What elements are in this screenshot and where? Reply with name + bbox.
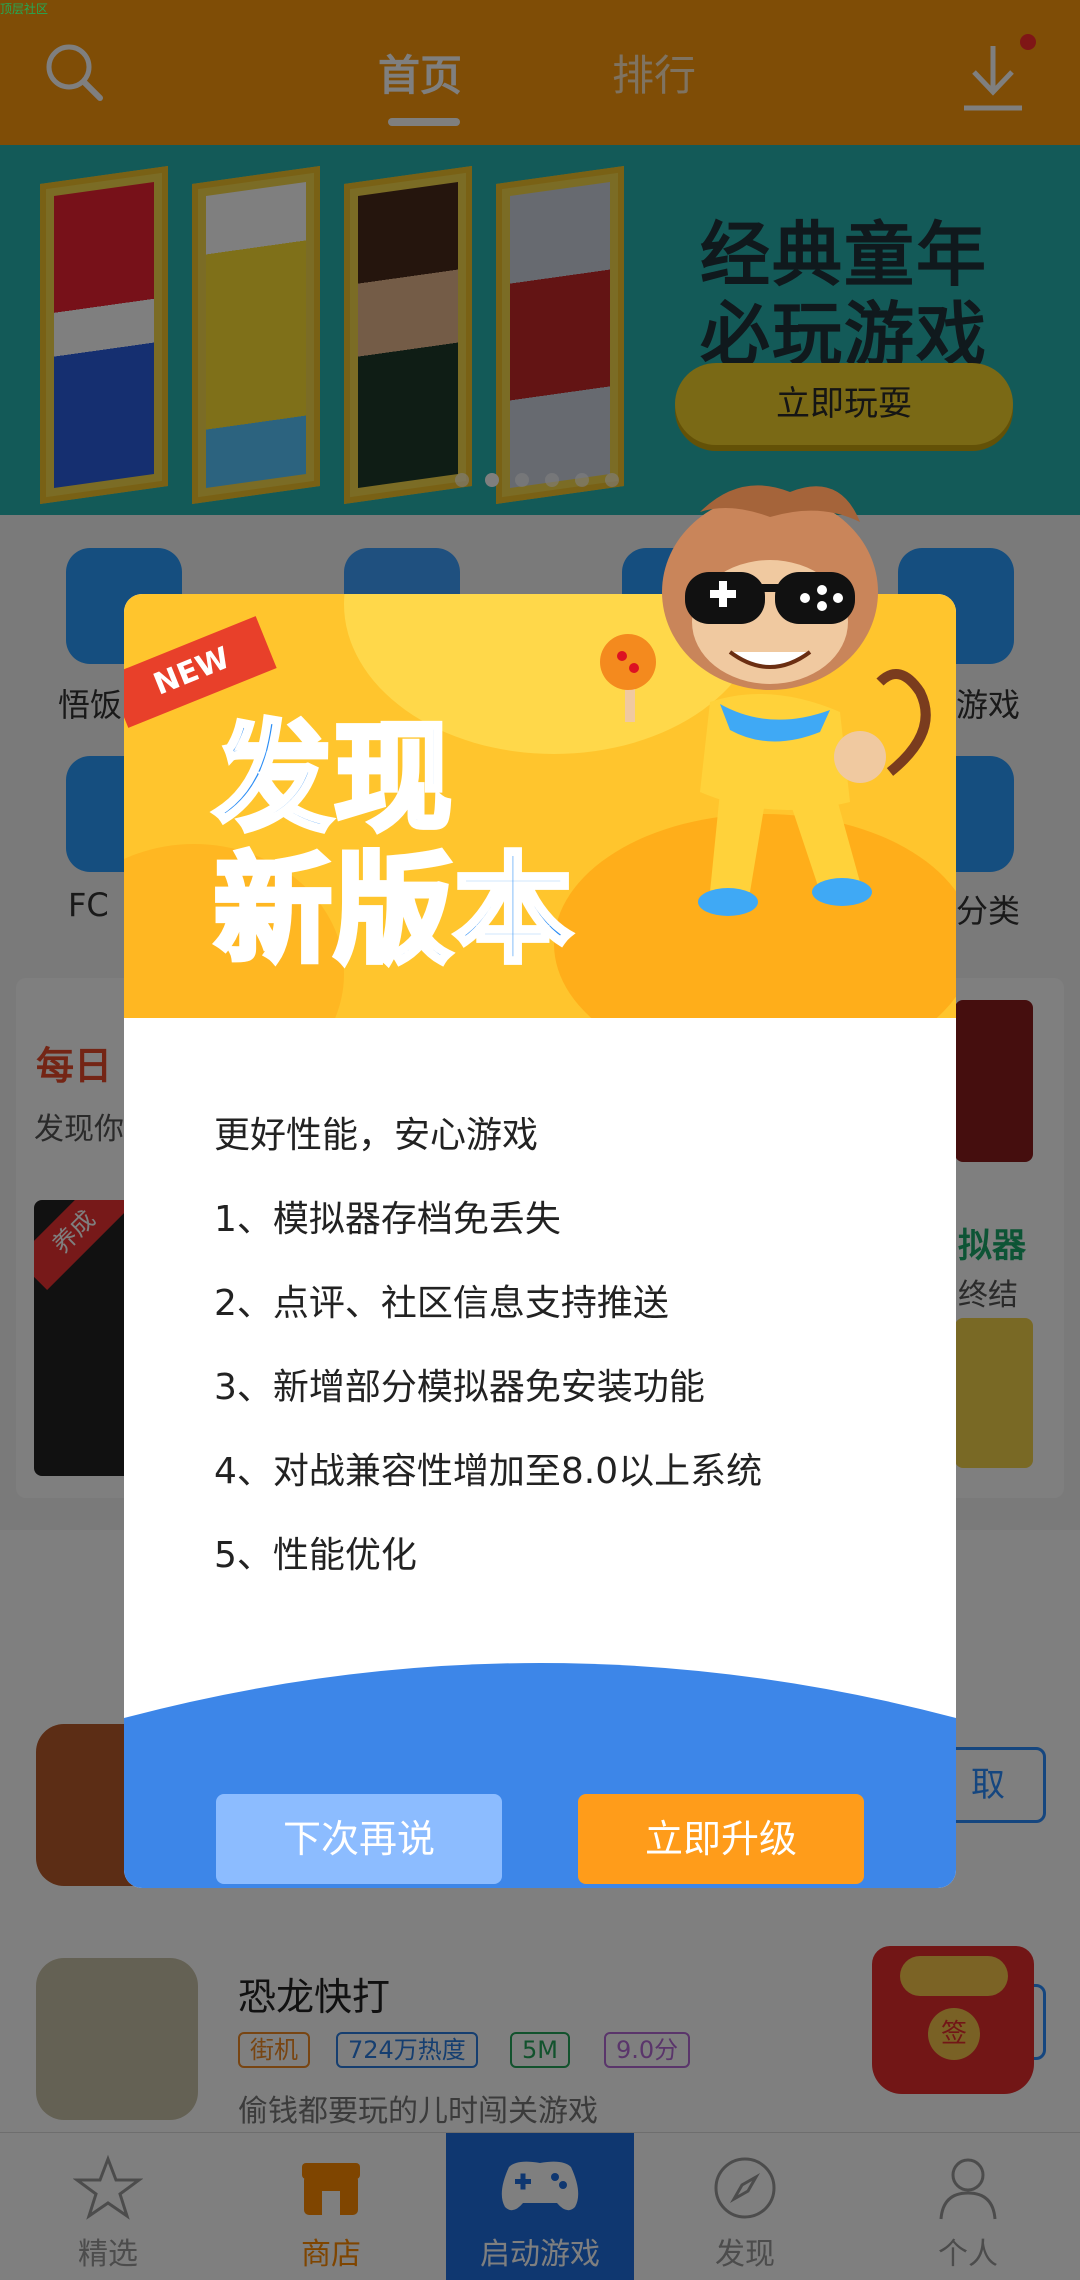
update-notes: 更好性能，安心游戏 1、模拟器存档免丢失 2、点评、社区信息支持推送 3、新增部… bbox=[214, 1094, 762, 1598]
update-note: 3、新增部分模拟器免安装功能 bbox=[214, 1367, 705, 1408]
update-note: 1、模拟器存档免丢失 bbox=[214, 1199, 561, 1240]
update-note: 更好性能，安心游戏 bbox=[214, 1115, 539, 1156]
update-note: 4、对战兼容性增加至8.0以上系统 bbox=[214, 1451, 763, 1492]
update-note: 5、性能优化 bbox=[214, 1535, 417, 1576]
dialog-headline: 发现 新版本 bbox=[211, 709, 575, 979]
upgrade-button[interactable]: 立即升级 bbox=[578, 1794, 864, 1884]
later-button[interactable]: 下次再说 bbox=[216, 1794, 502, 1884]
dialog-footer: 下次再说 立即升级 bbox=[124, 1648, 956, 1888]
status-text: 顶层社区 bbox=[0, 2, 49, 16]
update-note: 2、点评、社区信息支持推送 bbox=[214, 1283, 669, 1324]
monkey-mascot-icon bbox=[600, 485, 931, 916]
